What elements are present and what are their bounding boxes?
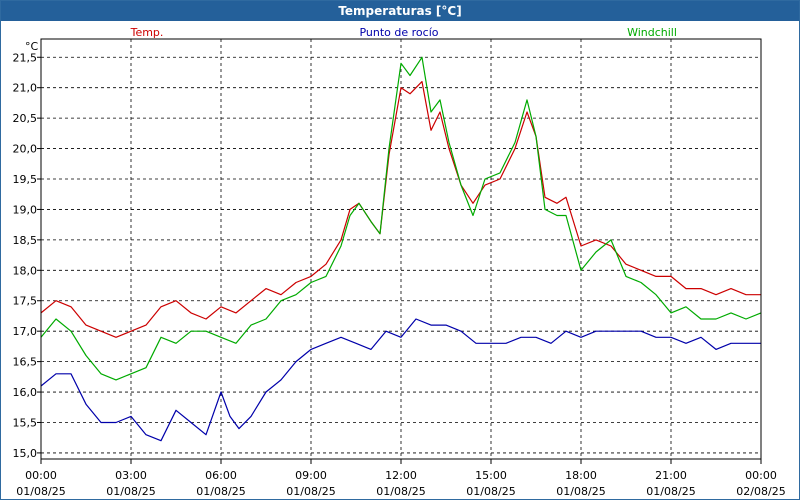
temperature-chart: 15,0 15,5 16,0 16,5 17,0 17,5 18,0 18,5 19,0 19,5… — [13, 26, 786, 498]
y-tick-label: 21,0 — [13, 82, 38, 95]
x-tick-time-label: 12:00 — [385, 469, 417, 482]
x-tick-date-label: 01/08/25 — [466, 485, 515, 498]
legend-entry: Temp. — [130, 26, 164, 39]
x-tick-date-label: 02/08/25 — [736, 485, 785, 498]
y-tick-label: 16,5 — [13, 356, 38, 369]
y-axis-label: °C — [25, 40, 39, 53]
x-tick-date-label: 01/08/25 — [376, 485, 425, 498]
x-tick-time-label: 09:00 — [295, 469, 327, 482]
x-tick-time-label: 15:00 — [475, 469, 507, 482]
y-tick-label: 19,5 — [13, 173, 38, 186]
y-tick-label: 21,5 — [13, 51, 38, 64]
x-tick-date-label: 01/08/25 — [196, 485, 245, 498]
x-tick-time-label: 00:00 — [745, 469, 777, 482]
y-tick-label: 17,5 — [13, 295, 38, 308]
y-tick-label: 15,0 — [13, 447, 38, 460]
x-tick-date-label: 01/08/25 — [106, 485, 155, 498]
y-tick-label: 15,5 — [13, 416, 38, 429]
x-tick-date-label: 01/08/25 — [646, 485, 695, 498]
y-tick-label: 19,0 — [13, 203, 38, 216]
y-tick-label: 18,5 — [13, 234, 38, 247]
x-tick-time-label: 06:00 — [205, 469, 237, 482]
x-tick-time-label: 18:00 — [565, 469, 597, 482]
x-tick-time-label: 03:00 — [115, 469, 147, 482]
x-tick-time-label: 00:00 — [25, 469, 57, 482]
y-tick-label: 16,0 — [13, 386, 38, 399]
y-tick-label: 18,0 — [13, 264, 38, 277]
y-tick-label: 17,0 — [13, 325, 38, 338]
x-tick-date-label: 01/08/25 — [556, 485, 605, 498]
x-tick-date-label: 01/08/25 — [16, 485, 65, 498]
legend-entry: Windchill — [627, 26, 677, 39]
y-tick-label: 20,0 — [13, 143, 38, 156]
x-tick-date-label: 01/08/25 — [286, 485, 335, 498]
legend-entry: Punto de rocío — [359, 26, 438, 39]
chart-window: Temperaturas [°C] 15,0 15,5 16,0 16,5 17,0 17… — [0, 0, 800, 500]
x-tick-time-label: 21:00 — [655, 469, 687, 482]
y-tick-label: 20,5 — [13, 112, 38, 125]
